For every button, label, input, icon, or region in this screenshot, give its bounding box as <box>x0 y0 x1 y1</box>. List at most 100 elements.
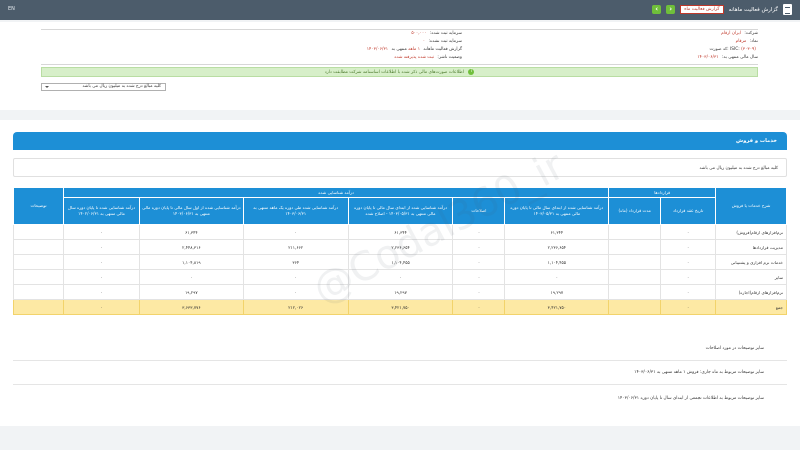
period-end-value: ۱۴۰۳/۰۶/۳۱ <box>366 47 389 52</box>
cell <box>608 224 662 240</box>
cell: ۰ <box>242 269 349 285</box>
company-row: شرکت: ایران ارقام <box>721 31 758 36</box>
cell: ۱,۱۰۴,۸۱۹ <box>138 254 244 270</box>
cell: ۰ <box>452 284 506 300</box>
cell: ۰ <box>63 284 140 300</box>
report-period: ۱ ماهه <box>408 47 421 52</box>
cell: ۲,۲۳۶,۶۵۴ <box>504 239 610 255</box>
capital-registered-value: ۵۰۰,۰۰۰ <box>411 31 427 36</box>
cell: ۳۶۴ <box>242 254 349 270</box>
document-icon <box>783 4 792 15</box>
issuer-state-row: وضعیت ناشر: ثبت شده پذیرفته شده <box>394 55 462 60</box>
company-value: ایران ارقام <box>721 31 741 36</box>
col-header-desc: شرح خدمات یا فروش <box>715 187 787 225</box>
code-label: کد صورت: <box>709 47 729 52</box>
cell-notes <box>12 254 65 270</box>
report-label: گزارش فعالیت ماهانه <box>423 47 462 52</box>
symbol-value: مرقام <box>735 39 747 44</box>
period-end-label: منتهی به <box>391 47 407 52</box>
report-row: گزارش فعالیت ماهانه ۱ ماهه منتهی به ۱۴۰۳… <box>367 47 462 52</box>
col-header-adjustments: اصلاحات <box>452 197 506 225</box>
status-message-bar: اطلاعات صورت‌های مالی ذکر شده با اطلاعات… <box>41 67 758 77</box>
divider <box>41 29 758 30</box>
fiscal-year-value: ۱۴۰۳/۰۶/۳۱ <box>697 55 719 60</box>
cell: ۱۹,۲۹۷ <box>347 284 454 300</box>
page-title: گزارش فعالیت ماهانه <box>728 6 778 13</box>
company-label: شرکت: <box>744 31 758 36</box>
cell-notes <box>12 239 65 255</box>
cell: ۳,۴۲۱,۷۵۰ <box>347 299 454 315</box>
table-row: نرم‌افزارهای ارقام(اجاره) ۰ ۱۹,۲۹۷ ۰ ۱۹,… <box>12 284 787 300</box>
table-row: خدمات نرم افزاری و پشتیبانی ۰ ۱,۱۰۴,۴۵۵ … <box>12 254 787 270</box>
total-label: جمع <box>715 299 787 315</box>
comment-adjustments: سایر توضیحات در مورد اصلاحات <box>705 346 764 351</box>
cell: ۰ <box>63 269 140 285</box>
cell: ۶۱,۳۴۴ <box>347 224 454 240</box>
fiscal-year-label: سال مالی منتهی به: <box>721 55 758 60</box>
cell: ۰ <box>242 284 349 300</box>
row-label: نرم‌افزارهای ارقام(فروش) <box>715 224 787 240</box>
total-row: جمع ۰ ۳,۴۲۱,۷۵۰ ۰ ۳,۴۲۱,۷۵۰ ۲۱۲,۰۲۶ ۳,۶۳… <box>12 299 787 315</box>
divider <box>41 64 758 65</box>
col-header-contract-duration: مدت قرارداد (ماه) <box>608 197 662 225</box>
col-group-recognized: درآمد شناسایی شده <box>63 187 610 198</box>
status-message-text: اطلاعات صورت‌های مالی ذکر شده با اطلاعات… <box>324 70 464 75</box>
cell: ۰ <box>452 269 506 285</box>
cell: ۰ <box>660 224 717 240</box>
row-label: خدمات نرم افزاری و پشتیبانی <box>715 254 787 270</box>
col-header-ytd-prev-adjusted: درآمد شناسایی شده از ابتدای سال مالی تا … <box>347 197 454 225</box>
chevron-down-icon <box>45 86 49 88</box>
fiscal-year-row: سال مالی منتهی به: ۱۴۰۳/۰۶/۳۱ <box>697 55 758 60</box>
capital-registered-row: سرمایه ثبت شده: ۵۰۰,۰۰۰ <box>411 31 462 36</box>
cell: ۰ <box>63 254 140 270</box>
col-header-one-month: درآمد شناسایی شده طی دوره یک ماهه منتهی … <box>242 197 349 225</box>
cell <box>608 254 662 270</box>
cell: ۶۱,۳۴۴ <box>138 224 244 240</box>
cell: ۲۱۲,۰۲۶ <box>242 299 349 315</box>
col-header-prev-year: درآمد شناسایی شده تا پایان دوره سال مالی… <box>63 197 140 225</box>
row-label: نرم‌افزارهای ارقام(اجاره) <box>715 284 787 300</box>
capital-unregistered-label: سرمایه ثبت نشده: <box>428 39 462 44</box>
cell: ۰ <box>504 269 610 285</box>
sales-table: شرح خدمات یا فروش قرارداد‌ها درآمد شناسا… <box>12 187 787 315</box>
cell-notes <box>12 284 65 300</box>
cell <box>608 284 662 300</box>
cell <box>608 239 662 255</box>
cell: ۲۱۱,۶۶۲ <box>242 239 349 255</box>
symbol-row: نماد: مرقام <box>736 39 758 44</box>
capital-unregistered-row: سرمایه ثبت نشده: ۰ <box>423 39 462 44</box>
next-arrow-icon[interactable]: › <box>666 5 676 14</box>
table-row: نرم‌افزارهای ارقام(فروش) ۰ ۶۱,۳۴۴ ۰ ۶۱,۳… <box>12 224 787 240</box>
cell: ۰ <box>452 239 506 255</box>
cell: ۰ <box>660 254 717 270</box>
cell: ۲,۴۴۸,۳۱۶ <box>138 239 244 255</box>
prev-arrow-icon[interactable]: ‹ <box>652 5 662 14</box>
col-header-ytd-current: درآمد شناسایی شده از اول سال مالی تا پای… <box>138 197 244 225</box>
cell: ۰ <box>660 284 717 300</box>
unit-select[interactable]: کلیه مبالغ درج شده به میلیون ریال می باش… <box>41 83 166 91</box>
unit-select-value: کلیه مبالغ درج شده به میلیون ریال می باش… <box>82 84 161 89</box>
cell: ۰ <box>660 299 717 315</box>
top-bar-right: گزارش فعالیت ماهانه گزارش فعالیت ماه › ‹ <box>652 4 792 15</box>
cell: ۰ <box>452 254 506 270</box>
cell: ۰ <box>660 239 717 255</box>
cell: ۱,۱۰۴,۴۵۵ <box>347 254 454 270</box>
cell: ۰ <box>347 269 454 285</box>
language-toggle[interactable]: EN <box>8 6 15 12</box>
company-header: شرکت: ایران ارقام سرمایه ثبت شده: ۵۰۰,۰۰… <box>0 22 800 110</box>
cell: ۰ <box>660 269 717 285</box>
cell: ۰ <box>63 239 140 255</box>
row-label: سایر <box>715 269 787 285</box>
symbol-label: نماد: <box>749 39 758 44</box>
issuer-state-label: وضعیت ناشر: <box>437 55 462 60</box>
table-row: مدیریت قراردادها ۰ ۲,۲۳۶,۶۵۴ ۰ ۲,۲۳۶,۶۵۴… <box>12 239 787 255</box>
cell: ۳,۴۲۱,۷۵۰ <box>504 299 610 315</box>
col-header-notes: توضیحات <box>12 187 65 225</box>
row-label: مدیریت قراردادها <box>715 239 787 255</box>
cell: ۰ <box>138 269 244 285</box>
table-row: سایر ۰ ۰ ۰ ۰ ۰ ۰ ۰ <box>12 269 787 285</box>
cell: ۱۹,۲۹۷ <box>138 284 244 300</box>
section-title: خدمات و فروش <box>13 132 787 150</box>
cell: ۲,۲۳۶,۶۵۴ <box>347 239 454 255</box>
report-type-badge: گزارش فعالیت ماه <box>680 5 724 14</box>
